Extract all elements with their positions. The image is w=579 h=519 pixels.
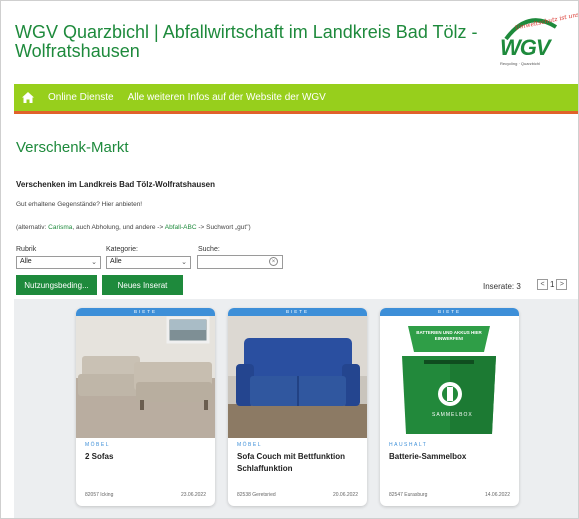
- alternative-text: (alternativ: Carisma, auch Abholung, und…: [16, 224, 251, 231]
- listing-category: MÖBEL: [85, 442, 111, 448]
- box-label: SAMMELBOX: [432, 412, 473, 418]
- listing-location: 82547 Eurasburg: [389, 492, 428, 498]
- category-select-value: Alle: [110, 258, 122, 265]
- rubric-label: Rubrik: [16, 246, 37, 253]
- rubric-select[interactable]: Alle ⌄: [16, 256, 101, 269]
- offer-ribbon: BIETE: [380, 308, 519, 316]
- listing-date: 14.06.2022: [484, 492, 510, 498]
- listing-title: 2 Sofas: [85, 452, 114, 461]
- listing-card[interactable]: BIETE MÖBEL 2 Sofas 82057 Icking 23.06.2…: [76, 308, 215, 506]
- alt-middle: , auch Abholung, und andere ->: [72, 224, 164, 231]
- page-title: Verschenk-Markt: [16, 139, 129, 156]
- current-page[interactable]: 1: [550, 280, 554, 289]
- listing-card[interactable]: BIETE BATTERIEN UND AKKUS HIER EINWERFEN…: [380, 308, 519, 506]
- listing-date: 20.06.2022: [332, 492, 358, 498]
- listing-category: MÖBEL: [237, 442, 263, 448]
- nav-home-link[interactable]: [14, 84, 42, 111]
- site-title[interactable]: WGV Quarzbichl | Abfallwirtschaft im Lan…: [15, 23, 495, 61]
- listing-card[interactable]: BIETE MÖBEL Sofa Couch mit Bettfunktion …: [228, 308, 367, 506]
- listing-count: Inserate: 3: [483, 282, 521, 291]
- listing-location: 82057 Icking: [85, 492, 114, 498]
- sofa-photo: [76, 316, 215, 438]
- box-banner: BATTERIEN UND AKKUS HIER EINWERFEN!: [416, 330, 482, 341]
- logo-wordmark: WGV: [500, 35, 551, 60]
- listing-title: Sofa Couch mit Bettfunktion Schlaffunkti…: [237, 452, 345, 473]
- chevron-down-icon: ⌄: [181, 259, 187, 266]
- listing-title: Batterie-Sammelbox: [389, 452, 467, 461]
- home-icon: [22, 92, 34, 103]
- logo-subtitle: Recycling · Quarzbichl: [500, 61, 541, 66]
- offer-ribbon: BIETE: [76, 308, 215, 316]
- new-ad-button[interactable]: Neues Inserat: [102, 275, 183, 295]
- alt-prefix: (alternativ:: [16, 224, 47, 231]
- page-frame: WGV Quarzbichl | Abfallwirtschaft im Lan…: [0, 0, 579, 519]
- chevron-down-icon: ⌄: [91, 259, 97, 266]
- page-subheading: Verschenken im Landkreis Bad Tölz-Wolfra…: [16, 180, 216, 189]
- search-input[interactable]: ×: [197, 255, 283, 269]
- clear-search-icon[interactable]: ×: [269, 257, 278, 266]
- listing-image: BATTERIEN UND AKKUS HIER EINWERFEN! SAMM…: [380, 316, 519, 438]
- main-navbar: Online Dienste Alle weiteren Infos auf d…: [14, 84, 578, 114]
- site-header: WGV Quarzbichl | Abfallwirtschaft im Lan…: [15, 23, 495, 61]
- category-label: Kategorie:: [106, 246, 138, 253]
- prev-page-button[interactable]: <: [537, 279, 548, 290]
- abfall-abc-link[interactable]: Abfall-ABC: [165, 224, 197, 231]
- listing-location: 82538 Geretsried: [237, 492, 276, 498]
- offer-ribbon: BIETE: [228, 308, 367, 316]
- terms-of-use-button[interactable]: Nutzungsbeding...: [16, 275, 97, 295]
- alt-suffix: -> Suchwort „gut"): [198, 224, 251, 231]
- listing-image: [76, 316, 215, 438]
- wgv-logo[interactable]: Umweltschutz ist uns wichtig ! WGV Recyc…: [498, 5, 578, 71]
- category-select[interactable]: Alle ⌄: [106, 256, 191, 269]
- listing-image: [228, 316, 367, 438]
- next-page-button[interactable]: >: [556, 279, 568, 290]
- nav-item-wgv-website[interactable]: Alle weiteren Infos auf der Website der …: [128, 92, 326, 103]
- listing-category: HAUSHALT: [389, 442, 428, 448]
- rubric-select-value: Alle: [20, 258, 32, 265]
- pagination: < 1 >: [537, 279, 568, 290]
- nav-item-online-dienste[interactable]: Online Dienste: [48, 92, 114, 103]
- listing-date: 23.06.2022: [180, 492, 206, 498]
- carisma-link[interactable]: Carisma: [48, 224, 72, 231]
- search-label: Suche:: [198, 246, 220, 253]
- sofa-photo: [228, 316, 367, 438]
- intro-text: Gut erhaltene Gegenstände? Hier anbieten…: [16, 201, 143, 208]
